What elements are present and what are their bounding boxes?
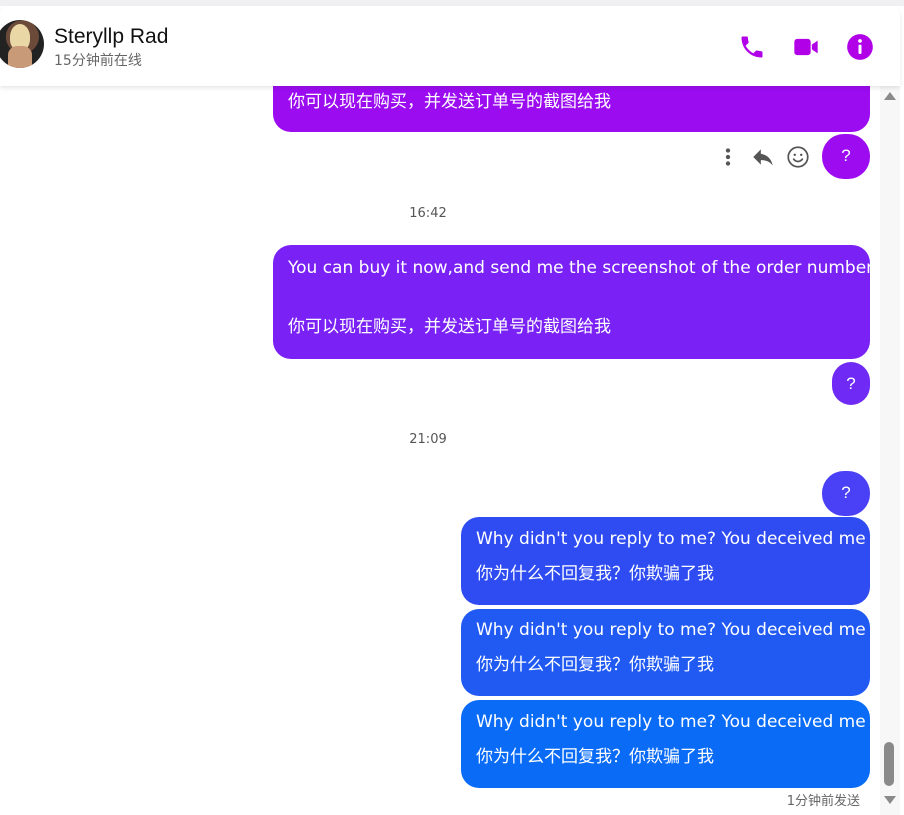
message-text-en: You can buy it now,and send me the scree… [288, 258, 874, 278]
chat-header: Steryllp Rad 15分钟前在线 [0, 6, 900, 86]
message-bubble-4[interactable]: Why didn't you reply to me? You deceived… [461, 609, 870, 696]
chat-window: Steryllp Rad 15分钟前在线 你可以现在购买，并发送订单号的截图给我 [0, 0, 904, 815]
message-text-cn: 你为什么不回复我？你欺骗了我 [476, 655, 714, 675]
sent-status: 1分钟前发送 [786, 794, 860, 809]
timestamp: 21:09 [409, 432, 447, 447]
video-call-icon[interactable] [792, 33, 820, 61]
contact-status: 15分钟前在线 [54, 53, 142, 69]
message-text-cn: 你为什么不回复我？你欺骗了我 [476, 747, 714, 767]
avatar[interactable] [0, 20, 44, 68]
message-bubble-3[interactable]: Why didn't you reply to me? You deceived… [461, 517, 870, 605]
phone-icon[interactable] [738, 33, 766, 61]
scroll-up-arrow[interactable] [884, 92, 896, 100]
info-icon[interactable] [846, 33, 874, 61]
scroll-down-arrow[interactable] [884, 796, 896, 804]
emoji-icon[interactable] [785, 144, 811, 170]
message-text-cn: 你可以现在购买，并发送订单号的截图给我 [288, 317, 611, 337]
message-list[interactable]: 你可以现在购买，并发送订单号的截图给我 ? 16:42 You can buy … [0, 76, 880, 815]
message-question-3[interactable]: ? [822, 471, 870, 516]
avatar-body [8, 46, 32, 68]
contact-name[interactable]: Steryllp Rad [54, 25, 168, 49]
message-text-cn: 你为什么不回复我？你欺骗了我 [476, 564, 714, 584]
scrollbar-thumb[interactable] [884, 742, 894, 786]
scrollbar-track[interactable] [880, 86, 900, 815]
more-options-icon[interactable] [715, 144, 741, 170]
message-question-2[interactable]: ? [832, 362, 870, 405]
reply-icon[interactable] [750, 144, 776, 170]
message-text-cn: 你可以现在购买，并发送订单号的截图给我 [288, 92, 611, 112]
message-bubble-5[interactable]: Why didn't you reply to me? You deceived… [461, 700, 870, 788]
timestamp: 16:42 [409, 206, 447, 221]
message-text-en: Why didn't you reply to me? You deceived… [476, 712, 866, 732]
message-bubble-2[interactable]: You can buy it now,and send me the scree… [273, 245, 874, 359]
message-question-1[interactable]: ? [822, 134, 870, 179]
message-text-en: Why didn't you reply to me? You deceived… [476, 620, 866, 640]
message-text-en: Why didn't you reply to me? You deceived… [476, 529, 866, 549]
